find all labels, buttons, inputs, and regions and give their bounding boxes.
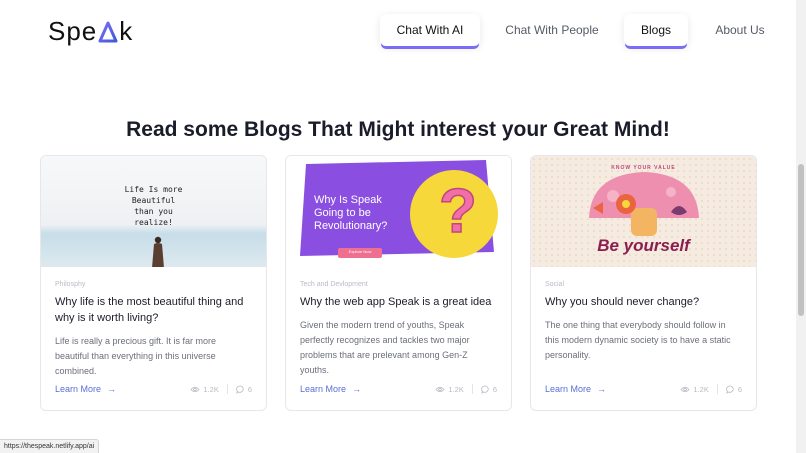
arrow-right-icon: → <box>597 384 607 394</box>
arrow-right-icon: → <box>107 384 117 394</box>
page-headline: Read some Blogs That Might interest your… <box>126 118 670 141</box>
blog-card-social[interactable]: KNOW YOUR VALUE Be yourself Social Why y… <box>530 155 757 411</box>
logo-triangle-icon <box>98 21 118 42</box>
learn-more-link[interactable]: Learn More → <box>300 384 361 394</box>
card-stats: 1.2K 6 <box>680 384 742 394</box>
learn-more-label: Learn More <box>55 384 102 394</box>
nav-chat-with-ai[interactable]: Chat With AI <box>380 14 480 46</box>
nav-blogs[interactable]: Blogs <box>624 14 688 46</box>
comments-stat: 6 <box>481 385 497 394</box>
header: Spe k Chat With AI Chat With People Blog… <box>0 0 796 70</box>
comments-count: 6 <box>247 384 252 394</box>
comment-icon <box>726 385 734 394</box>
comments-count: 6 <box>492 384 497 394</box>
eye-icon <box>680 386 690 392</box>
stats-divider <box>226 384 228 394</box>
image-quote: Life Is more Beautiful than you realize! <box>124 185 183 227</box>
comments-count: 6 <box>737 384 742 394</box>
woman-silhouette-icon <box>152 236 164 267</box>
views-stat: 1.2K <box>680 384 709 394</box>
card-description: The one thing that everybody should foll… <box>545 320 731 360</box>
card-description: Given the modern trend of youths, Speak … <box>300 320 470 375</box>
blog-card-philosophy[interactable]: Life Is more Beautiful than you realize!… <box>40 155 267 411</box>
logo-text-right: k <box>119 16 134 46</box>
page-scrollbar[interactable] <box>796 0 806 453</box>
image-headline: Be yourself <box>597 236 690 255</box>
main-nav: Chat With AI Chat With People Blogs Abou… <box>380 14 770 46</box>
logo[interactable]: Spe k <box>48 16 133 47</box>
learn-more-label: Learn More <box>300 384 347 394</box>
comments-stat: 6 <box>726 385 742 394</box>
views-count: 1.2K <box>693 384 709 394</box>
learn-more-link[interactable]: Learn More → <box>55 384 116 394</box>
learn-more-link[interactable]: Learn More → <box>545 384 606 394</box>
blog-card-tech[interactable]: ? Why Is Speak Going to be Revolutionary… <box>285 155 512 411</box>
question-mark-icon: ? <box>439 177 477 246</box>
nav-chat-with-people[interactable]: Chat With People <box>502 14 602 46</box>
card-title[interactable]: Why the web app Speak is a great idea <box>300 294 497 310</box>
eye-icon <box>435 386 445 392</box>
comments-stat: 6 <box>236 385 252 394</box>
card-stats: 1.2K 6 <box>435 384 497 394</box>
stats-divider <box>471 384 473 394</box>
comment-icon <box>236 385 244 394</box>
banner-explore-button: Explore Now <box>348 249 372 254</box>
eye-icon <box>190 386 200 392</box>
blog-image-be-yourself: KNOW YOUR VALUE Be yourself <box>531 156 756 267</box>
blog-image-speak: ? Why Is Speak Going to be Revolutionary… <box>286 156 511 267</box>
comment-icon <box>481 385 489 394</box>
arrow-right-icon: → <box>352 384 362 394</box>
logo-text-left: Spe <box>48 16 98 46</box>
views-count: 1.2K <box>203 384 219 394</box>
category-label: Tech and Devlopment <box>300 281 368 288</box>
category-label: Philosphy <box>55 281 86 288</box>
views-stat: 1.2K <box>190 384 219 394</box>
scrollbar-thumb[interactable] <box>798 164 804 316</box>
nav-about-us[interactable]: About Us <box>710 14 770 46</box>
card-title[interactable]: Why life is the most beautiful thing and… <box>55 294 252 326</box>
stats-divider <box>716 384 718 394</box>
learn-more-label: Learn More <box>545 384 592 394</box>
category-label: Social <box>545 281 565 288</box>
banner-headline: Why Is Speak Going to be Revolutionary? <box>314 194 388 232</box>
views-count: 1.2K <box>448 384 464 394</box>
blog-image-life: Life Is more Beautiful than you realize! <box>41 156 266 267</box>
card-title[interactable]: Why you should never change? <box>545 294 742 310</box>
card-description: Life is really a precious gift. It is fa… <box>55 336 217 376</box>
status-bar-url: https://thespeak.netlify.app/ai <box>0 439 100 453</box>
views-stat: 1.2K <box>435 384 464 394</box>
card-stats: 1.2K 6 <box>190 384 252 394</box>
